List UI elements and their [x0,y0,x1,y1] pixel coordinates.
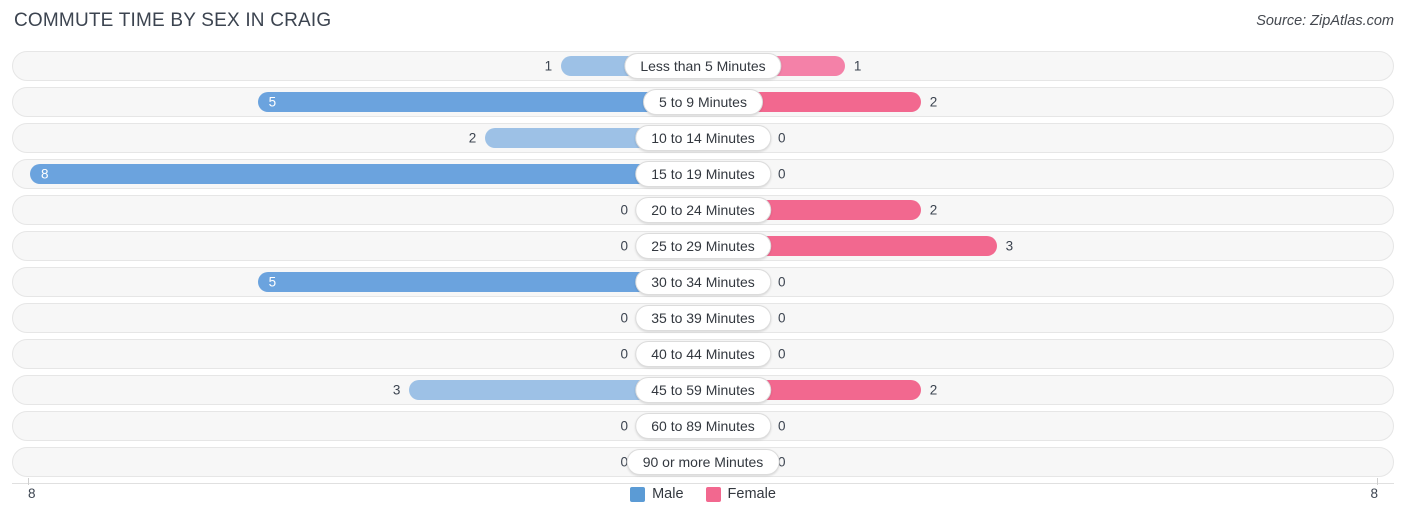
female-value-label: 0 [778,166,786,182]
bar-row-inner: 0 2 20 to 24 Minutes [13,196,1393,224]
category-label: 15 to 19 Minutes [635,161,771,187]
category-label: 25 to 29 Minutes [635,233,771,259]
bar-row-inner: 2 0 10 to 14 Minutes [13,124,1393,152]
male-value-label: 2 [468,130,477,146]
category-label: 35 to 39 Minutes [635,305,771,331]
female-value-label: 0 [778,346,786,362]
male-value-label: 3 [392,382,401,398]
male-value-label: 8 [41,166,49,182]
category-label: 45 to 59 Minutes [635,377,771,403]
source-label: Source: ZipAtlas.com [1256,13,1394,29]
category-label: 40 to 44 Minutes [635,341,771,367]
bar-row[interactable]: 0 0 90 or more Minutes [12,447,1394,477]
legend-label: Male [652,486,684,502]
bar-row-inner: 0 3 25 to 29 Minutes [13,232,1393,260]
category-label: 5 to 9 Minutes [643,89,763,115]
category-label: 20 to 24 Minutes [635,197,771,223]
male-value-label: 5 [268,94,277,110]
legend-swatch-icon [630,486,646,502]
female-value-label: 0 [778,130,786,146]
female-value-label: 0 [778,310,786,326]
male-value-label: 0 [620,202,628,218]
bar-row[interactable]: 1 1 Less than 5 Minutes [12,51,1394,81]
legend-swatch-icon [705,486,721,502]
bar-row[interactable]: 2 0 10 to 14 Minutes [12,123,1394,153]
legend-item-male[interactable]: Male [630,486,684,502]
female-value-label: 2 [929,382,938,398]
chart-legend: Male Female [0,486,1406,502]
bar-row-inner: 0 0 40 to 44 Minutes [13,340,1393,368]
bar-row[interactable]: 0 0 40 to 44 Minutes [12,339,1394,369]
category-label: 60 to 89 Minutes [635,413,771,439]
bar-row[interactable]: 0 0 60 to 89 Minutes [12,411,1394,441]
male-value-label: 5 [268,274,277,290]
female-value-label: 2 [929,94,938,110]
page-title: COMMUTE TIME BY SEX IN CRAIG [14,10,332,31]
category-label: 90 or more Minutes [626,449,780,475]
bar-row-inner: 8 0 15 to 19 Minutes [13,160,1393,188]
bar-row[interactable]: 0 0 35 to 39 Minutes [12,303,1394,333]
female-value-label: 0 [778,418,786,434]
bar-row-inner: 1 1 Less than 5 Minutes [13,52,1393,80]
bar-row[interactable]: 3 2 45 to 59 Minutes [12,375,1394,405]
axis-tick-mark-left [28,478,29,485]
bars-container: 1 1 Less than 5 Minutes 5 2 5 to 9 Minutes 2 0 1… [12,51,1394,483]
female-value-label: 3 [1005,238,1014,254]
male-value-label: 0 [620,238,628,254]
male-value-label: 0 [620,310,628,326]
bar-row[interactable]: 8 0 15 to 19 Minutes [12,159,1394,189]
bar-row-inner: 5 0 30 to 34 Minutes [13,268,1393,296]
bar-row[interactable]: 5 2 5 to 9 Minutes [12,87,1394,117]
male-value-label: 1 [544,58,553,74]
female-value-label: 2 [929,202,938,218]
axis-tick-mark-right [1377,478,1378,485]
chart-header: COMMUTE TIME BY SEX IN CRAIG Source: Zip… [0,0,1406,46]
bar-row-inner: 0 0 60 to 89 Minutes [13,412,1393,440]
bar-row[interactable]: 0 3 25 to 29 Minutes [12,231,1394,261]
male-bar[interactable] [30,164,703,184]
female-value-label: 1 [853,58,862,74]
chart-root: COMMUTE TIME BY SEX IN CRAIG Source: Zip… [0,0,1406,523]
male-value-label: 0 [620,346,628,362]
male-bar[interactable] [257,92,703,112]
bar-row-inner: 5 2 5 to 9 Minutes [13,88,1393,116]
legend-label: Female [727,486,776,502]
category-label: Less than 5 Minutes [624,53,782,79]
bar-row[interactable]: 5 0 30 to 34 Minutes [12,267,1394,297]
bar-row-inner: 0 0 35 to 39 Minutes [13,304,1393,332]
bar-row[interactable]: 0 2 20 to 24 Minutes [12,195,1394,225]
male-value-label: 0 [620,418,628,434]
bar-row-inner: 0 0 90 or more Minutes [13,448,1393,476]
legend-item-female[interactable]: Female [705,486,776,502]
female-value-label: 0 [778,274,786,290]
category-label: 30 to 34 Minutes [635,269,771,295]
bar-row-inner: 3 2 45 to 59 Minutes [13,376,1393,404]
category-label: 10 to 14 Minutes [635,125,771,151]
